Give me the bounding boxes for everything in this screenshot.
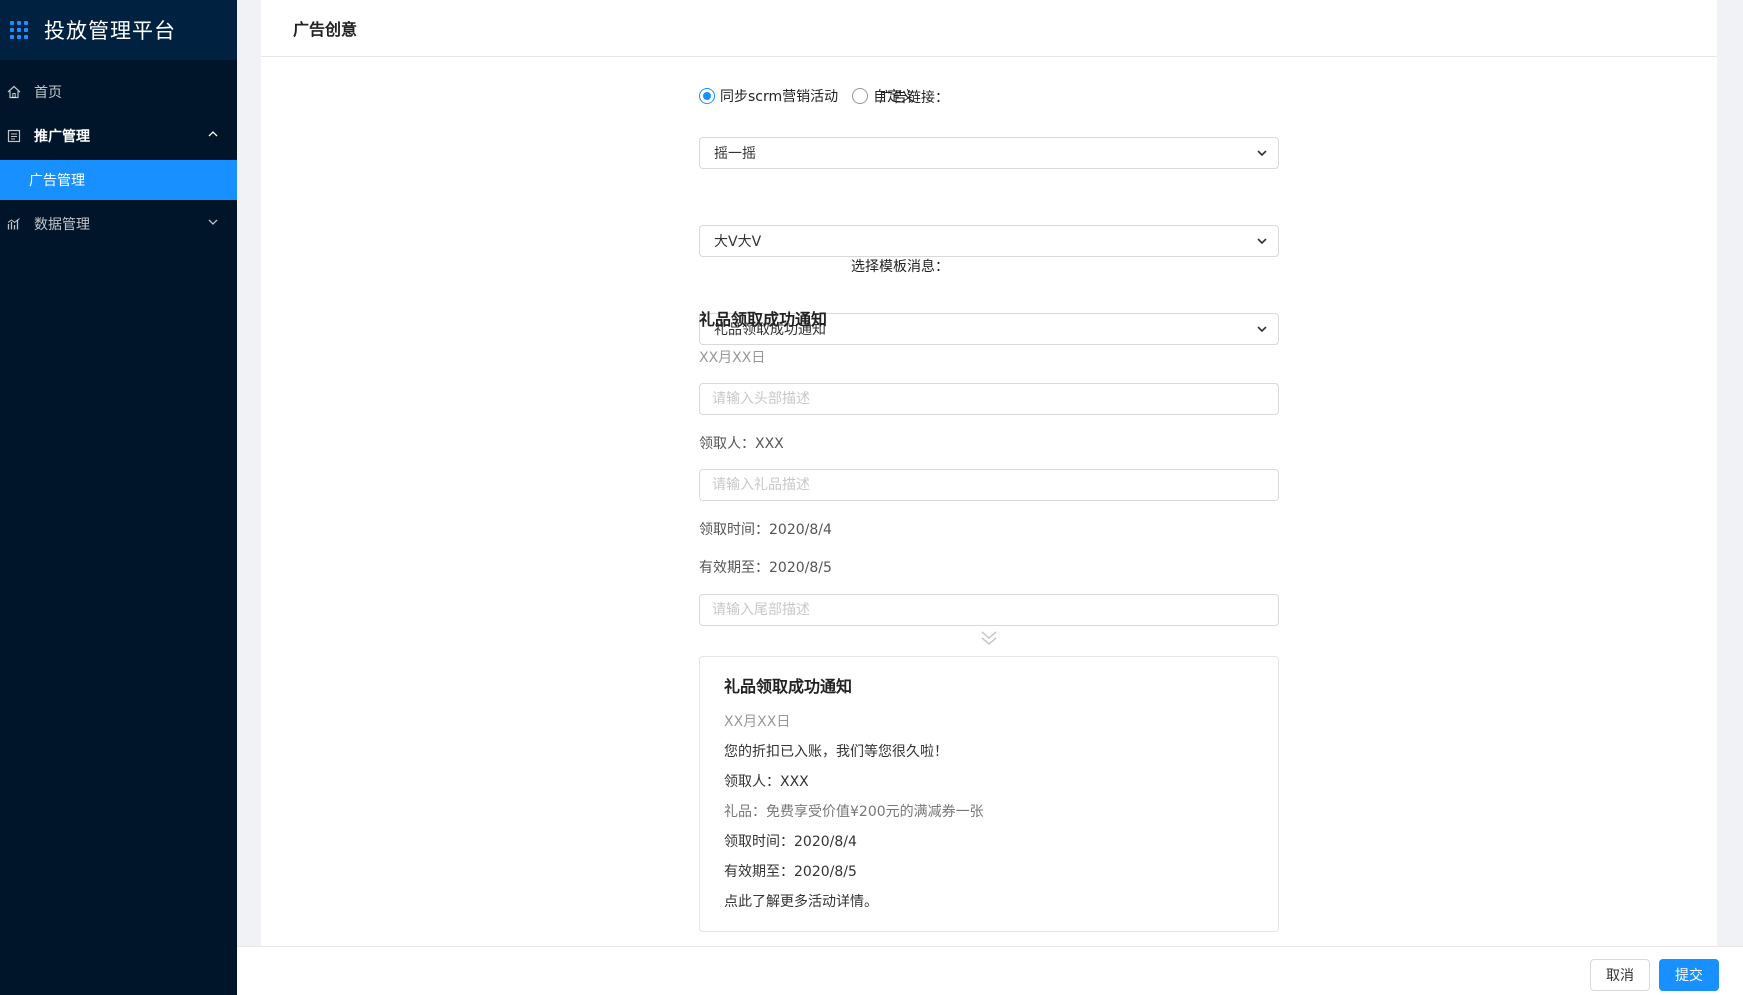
- preview-footer: 点此了解更多活动详情。: [724, 894, 878, 910]
- main-panel: 广告创意 广告链接： 同步scrm营销活动 自定义 摇一摇 大V大V 选择模板消…: [261, 0, 1717, 995]
- expand-divider: [699, 629, 1279, 651]
- footer-desc-input: [699, 594, 1279, 626]
- cancel-button[interactable]: 取消: [1590, 959, 1650, 991]
- gift-desc-wrapper: [699, 469, 1279, 501]
- action-bar: 取消 提交: [237, 946, 1743, 995]
- page-title: 广告创意: [261, 0, 1717, 57]
- chevron-down-icon: [207, 216, 219, 232]
- chevron-down-icon: [1256, 235, 1268, 251]
- chevron-up-icon: [207, 128, 219, 144]
- preview-valid-until: 有效期至：2020/8/5: [724, 864, 857, 880]
- app-title: 投放管理平台: [44, 19, 176, 43]
- chevron-down-icon: [1256, 147, 1268, 163]
- radio-label: 同步scrm营销活动: [720, 89, 839, 105]
- header-desc-input[interactable]: [699, 383, 1279, 415]
- gift-desc-input[interactable]: [699, 469, 1279, 501]
- footer-desc-wrapper: [699, 594, 1279, 626]
- receiver-text: 领取人：XXX: [699, 436, 784, 452]
- preview-receive-time: 领取时间：2020/8/4: [724, 834, 857, 850]
- sidebar-item-promotion[interactable]: 推广管理: [0, 116, 237, 156]
- radio-label: 自定义: [873, 89, 916, 105]
- sidebar-item-label: 首页: [34, 85, 62, 101]
- preview-title: 礼品领取成功通知: [724, 677, 853, 696]
- preview-date: XX月XX日: [724, 714, 791, 730]
- sidebar-item-ad-management[interactable]: 广告管理: [0, 160, 237, 200]
- sidebar-item-label: 数据管理: [34, 217, 90, 233]
- template-label: 选择模板消息：: [851, 259, 949, 275]
- valid-until-text: 有效期至：2020/8/5: [699, 560, 832, 576]
- radio-scrm-option[interactable]: 同步scrm营销活动: [699, 86, 838, 106]
- submit-button[interactable]: 提交: [1659, 959, 1719, 991]
- chart-icon: [6, 216, 22, 232]
- template-title: 礼品领取成功通知: [699, 310, 828, 329]
- sidebar-item-data[interactable]: 数据管理: [0, 204, 237, 244]
- sidebar-item-label: 推广管理: [34, 129, 90, 145]
- template-preview-card: 礼品领取成功通知 XX月XX日 您的折扣已入账，我们等您很久啦！ 领取人：XXX…: [699, 656, 1279, 932]
- home-icon: [6, 84, 22, 100]
- sidebar-item-home[interactable]: 首页: [0, 72, 237, 112]
- sidebar: 投放管理平台 首页 推广管理 广告管理 数据管理: [0, 0, 237, 995]
- radio-checked-icon: [699, 88, 715, 104]
- template-date: XX月XX日: [699, 350, 766, 366]
- activity-name-select[interactable]: 大V大V: [699, 225, 1279, 257]
- preview-header: 您的折扣已入账，我们等您很久啦！: [724, 744, 948, 760]
- activity-type-select[interactable]: 摇一摇: [699, 137, 1279, 169]
- sidebar-menu: 首页 推广管理 广告管理 数据管理: [0, 60, 237, 244]
- select-value: 摇一摇: [714, 146, 756, 162]
- preview-receiver: 领取人：XXX: [724, 774, 809, 790]
- preview-gift: 礼品：免费享受价值¥200元的满减券一张: [724, 804, 984, 820]
- header-desc-wrapper: [699, 383, 1279, 415]
- grid-logo-icon: [10, 21, 28, 39]
- double-chevron-down-icon: [979, 629, 999, 651]
- brand: 投放管理平台: [0, 0, 237, 60]
- document-icon: [6, 128, 22, 144]
- ad-link-radio-group: 同步scrm营销活动 自定义: [699, 86, 1279, 106]
- sidebar-item-label: 广告管理: [29, 173, 85, 189]
- select-value: 大V大V: [714, 234, 762, 250]
- radio-custom-option[interactable]: 自定义: [852, 86, 915, 106]
- radio-unchecked-icon: [852, 88, 869, 104]
- receive-time-text: 领取时间：2020/8/4: [699, 522, 832, 538]
- ad-creative-form: 广告链接： 同步scrm营销活动 自定义 摇一摇 大V大V 选择模板消息： 礼品…: [261, 57, 1717, 932]
